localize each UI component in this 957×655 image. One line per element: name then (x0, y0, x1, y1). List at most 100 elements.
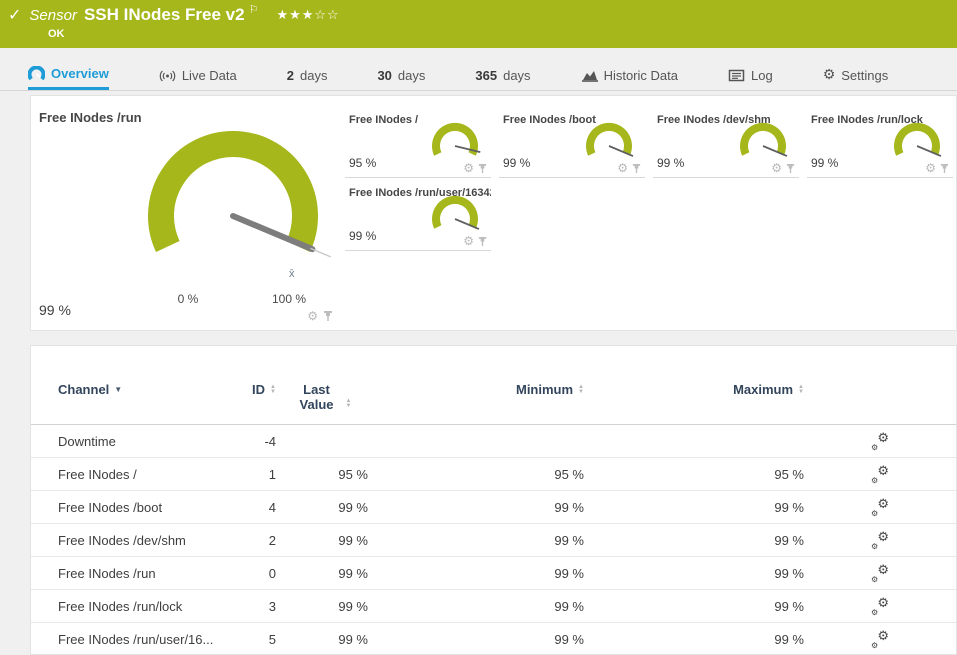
prtg-sensor-page: ✓ Sensor SSH INodes Free v2 ⚐ ★★★☆☆ OK O… (0, 0, 957, 655)
last-value: 99 % (338, 532, 368, 548)
channel-name: Free INodes /run/lock (58, 598, 183, 614)
maximum-value: 99 % (774, 598, 804, 614)
channel-name: Free INodes /dev/shm (58, 532, 186, 548)
tab-live-data[interactable]: Live Data (159, 60, 237, 90)
stars-empty: ☆☆ (314, 7, 340, 22)
channel-settings-icon[interactable]: ⚙ ⚙ (871, 431, 889, 452)
pin-icon[interactable] (940, 163, 949, 174)
table-row[interactable]: Free INodes /dev/shm 2 99 % 99 % 99 % ⚙ ⚙ (31, 524, 956, 557)
channel-settings-icon[interactable]: ⚙ ⚙ (871, 563, 889, 584)
minimum-value: 95 % (554, 466, 584, 482)
tab-label: days (397, 67, 426, 83)
column-header-channel[interactable]: Channel ▼ (58, 382, 236, 397)
tab-label: Overview (51, 66, 109, 81)
tab-label: days (299, 67, 328, 83)
channel-settings-gear-icon[interactable]: ⚙ (463, 162, 474, 174)
status-badge: OK (48, 28, 65, 40)
channel-settings-gear-icon[interactable]: ⚙ (463, 235, 474, 247)
sort-both-icon: ▲ ▼ (345, 398, 352, 409)
maximum-value: 99 % (774, 631, 804, 647)
pin-icon[interactable] (632, 163, 641, 174)
column-label: ID (252, 382, 266, 397)
channel-settings-icon[interactable]: ⚙ ⚙ (871, 596, 889, 617)
table-row[interactable]: Downtime -4 ⚙ ⚙ (31, 425, 956, 458)
primary-channel-title: Free INodes /run (39, 110, 142, 125)
table-row[interactable]: Free INodes /run/lock 3 99 % 99 % 99 % ⚙… (31, 590, 956, 623)
tab-label: days (503, 67, 531, 83)
last-value: 99 % (338, 499, 368, 515)
mini-channel-panel[interactable]: Free INodes /run/lock 99 % ⚙ (807, 108, 953, 178)
channel-id: 3 (268, 598, 276, 614)
channel-settings-gear-icon[interactable]: ⚙ (617, 162, 628, 174)
primary-gauge (148, 131, 332, 258)
tab-2-days[interactable]: 2 days (287, 60, 328, 90)
object-kind-label: Sensor (29, 6, 77, 24)
channel-settings-icon[interactable]: ⚙ ⚙ (871, 497, 889, 518)
area-chart-icon (581, 68, 598, 83)
log-list-icon (728, 68, 745, 83)
maximum-value: 95 % (774, 466, 804, 482)
channel-settings-gear-icon[interactable]: ⚙ (771, 162, 782, 174)
mini-channel-panel[interactable]: Free INodes /run/user/16342... 99 % ⚙ (345, 181, 491, 251)
column-header-maximum[interactable]: Maximum ▲ ▼ (584, 382, 804, 397)
status-ok-check-icon: ✓ (8, 7, 22, 24)
sensor-header: ✓ Sensor SSH INodes Free v2 ⚐ ★★★☆☆ OK (0, 0, 957, 48)
tab-overview[interactable]: Overview (27, 60, 109, 90)
channel-name: Free INodes / (58, 466, 137, 482)
tab-label: Settings (841, 67, 889, 83)
mini-channel-value: 99 % (657, 156, 685, 170)
tab-label: Live Data (181, 67, 237, 83)
pin-icon[interactable] (323, 310, 333, 322)
table-row[interactable]: Free INodes /run/user/16... 5 99 % 99 % … (31, 623, 956, 654)
channel-id: 5 (268, 631, 276, 647)
channel-settings-icon[interactable]: ⚙ ⚙ (871, 530, 889, 551)
overview-gauges-card: Free INodes /run 0 % 100 % x̄ 99 % ⚙ Fre… (30, 95, 957, 331)
flag-icon[interactable]: ⚐ (249, 3, 259, 16)
mini-channel-value: 99 % (349, 229, 377, 243)
channel-id: 1 (268, 466, 276, 482)
mini-channel-panel[interactable]: Free INodes /boot 99 % ⚙ (499, 108, 645, 178)
pin-icon[interactable] (478, 236, 487, 247)
tab-log[interactable]: Log (728, 60, 773, 90)
minimum-value: 99 % (554, 565, 584, 581)
last-value: 99 % (338, 565, 368, 581)
minimum-value: 99 % (554, 532, 584, 548)
column-header-id[interactable]: ID ▲ ▼ (236, 382, 276, 397)
column-label: Maximum (733, 382, 794, 397)
column-label: Last Value (299, 382, 334, 412)
tab-historic-data[interactable]: Historic Data (581, 60, 678, 90)
stars-filled: ★★★ (276, 7, 315, 22)
channel-settings-gear-icon[interactable]: ⚙ (925, 162, 936, 174)
tab-365-days[interactable]: 365 days (475, 60, 530, 90)
mini-channel-panel[interactable]: Free INodes /dev/shm 99 % ⚙ (653, 108, 799, 178)
tab-number: 30 (377, 67, 392, 83)
channel-settings-icon[interactable]: ⚙ ⚙ (871, 464, 889, 485)
tab-settings[interactable]: ⚙ Settings (823, 60, 889, 90)
column-header-minimum[interactable]: Minimum ▲ ▼ (368, 382, 584, 397)
table-row[interactable]: Free INodes /run 0 99 % 99 % 99 % ⚙ ⚙ (31, 557, 956, 590)
maximum-value: 99 % (774, 532, 804, 548)
channel-name: Downtime (58, 433, 116, 449)
column-header-last-value[interactable]: Last Value ▲ ▼ (276, 382, 368, 412)
last-value: 99 % (338, 598, 368, 614)
pin-icon[interactable] (786, 163, 795, 174)
minimum-value: 99 % (554, 631, 584, 647)
sort-both-icon: ▲ ▼ (798, 383, 804, 395)
table-row[interactable]: Free INodes /boot 4 99 % 99 % 99 % ⚙ ⚙ (31, 491, 956, 524)
channel-settings-icon[interactable]: ⚙ ⚙ (871, 629, 889, 650)
tab-label: Historic Data (603, 67, 678, 83)
primary-channel-panel[interactable]: Free INodes /run 0 % 100 % x̄ 99 % ⚙ (31, 96, 341, 330)
channel-settings-gear-icon[interactable]: ⚙ (307, 310, 318, 322)
tab-30-days[interactable]: 30 days (377, 60, 425, 90)
tab-bar: Overview Live Data 2 days 30 days 365 da… (0, 60, 957, 91)
tab-label: Log (750, 67, 773, 83)
column-label: Minimum (515, 382, 574, 397)
mini-channel-panel[interactable]: Free INodes / 95 % ⚙ (345, 108, 491, 178)
table-row[interactable]: Free INodes / 1 95 % 95 % 95 % ⚙ ⚙ (31, 458, 956, 491)
gauge-average-marker: x̄ (289, 268, 295, 280)
channel-id: 0 (268, 565, 276, 581)
pin-icon[interactable] (478, 163, 487, 174)
gauge-icon (27, 65, 46, 81)
live-data-icon (159, 68, 176, 83)
priority-stars[interactable]: ★★★☆☆ (276, 7, 339, 23)
